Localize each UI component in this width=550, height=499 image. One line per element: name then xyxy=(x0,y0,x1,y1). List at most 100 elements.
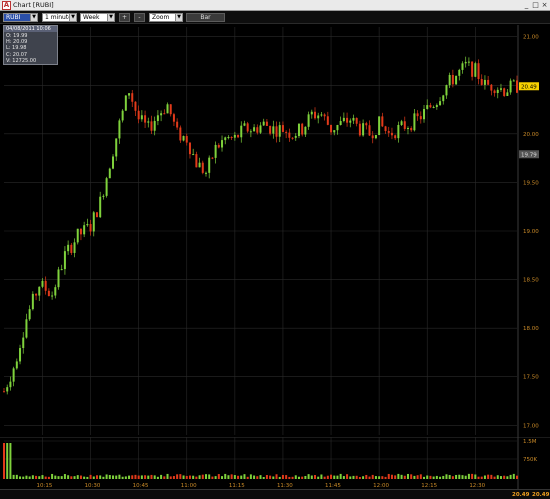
volume-bar xyxy=(83,476,86,479)
candle-up xyxy=(124,95,127,111)
volume-bar xyxy=(227,475,230,479)
candle-up xyxy=(166,104,169,114)
volume-bar xyxy=(67,475,70,479)
symbol-select[interactable]: RUBI ▼ xyxy=(3,13,38,22)
title-bar: A Chart [RUBI] _ □ × xyxy=(0,0,550,11)
candle-down xyxy=(358,123,361,136)
candle-up xyxy=(413,113,416,131)
price-tick-label: 18.50 xyxy=(523,278,539,284)
zoom-out-button[interactable]: - xyxy=(134,13,145,22)
candle-up xyxy=(41,280,44,287)
candle-down xyxy=(144,115,147,123)
bar-style-button[interactable]: Bar xyxy=(186,13,225,22)
candle-up xyxy=(63,251,66,270)
candle-down xyxy=(35,293,38,296)
maximize-icon[interactable]: □ xyxy=(531,1,540,10)
candle-up xyxy=(397,124,400,139)
candle-up xyxy=(272,126,275,134)
candle-up xyxy=(19,348,22,362)
candle-up xyxy=(153,120,156,131)
candle-down xyxy=(163,113,166,115)
chevron-down-icon[interactable]: ▼ xyxy=(175,14,182,21)
volume-bar xyxy=(394,475,397,479)
volume-bar xyxy=(323,476,326,479)
price-chart[interactable]: 21.0020.5020.0019.5019.0018.5018.0017.50… xyxy=(0,25,550,437)
chevron-down-icon[interactable]: ▼ xyxy=(69,14,76,21)
candle-up xyxy=(22,337,25,349)
candle-up xyxy=(509,80,512,93)
candle-up xyxy=(262,121,265,126)
candle-down xyxy=(47,290,50,297)
volume-bar xyxy=(310,475,313,479)
volume-bar xyxy=(378,476,381,479)
candle-down xyxy=(285,131,288,133)
candle-up xyxy=(253,127,256,132)
volume-bar xyxy=(262,476,265,479)
volume-bar xyxy=(387,473,390,479)
candle-up xyxy=(9,381,12,388)
candle-up xyxy=(349,120,352,123)
candle-down xyxy=(169,104,172,115)
volume-bar xyxy=(330,474,333,479)
volume-bar xyxy=(314,475,317,479)
status-bar: 20.49 20.49 xyxy=(0,489,550,499)
volume-bar xyxy=(237,475,240,479)
volume-bar xyxy=(12,474,15,479)
volume-bar xyxy=(25,475,28,479)
volume-bar xyxy=(224,473,227,479)
close-icon[interactable]: × xyxy=(540,1,549,10)
volume-bar xyxy=(95,475,98,479)
candle-up xyxy=(76,228,79,243)
volume-chart[interactable]: 1.5M750K10:15 10:30 10:45 11:00 11:15 11:30 11… xyxy=(0,437,550,489)
candle-up xyxy=(38,286,41,296)
footer-price-2: 20.49 xyxy=(532,492,550,498)
volume-bar xyxy=(490,474,493,479)
volume-bar xyxy=(89,474,92,479)
price-axis: 21.0020.5020.0019.5019.0018.5018.0017.50… xyxy=(523,35,539,430)
volume-bar xyxy=(240,475,243,479)
candle-up xyxy=(406,128,409,130)
volume-bar xyxy=(57,476,60,479)
candle-up xyxy=(512,80,515,82)
volume-bar xyxy=(233,475,236,479)
candle-up xyxy=(102,195,105,197)
volume-bar xyxy=(179,474,182,479)
minimize-icon[interactable]: _ xyxy=(522,1,531,10)
interval-select[interactable]: 1 minute ▼ xyxy=(42,13,77,22)
volume-tick-label: 1.5M xyxy=(523,439,537,445)
candle-up xyxy=(483,79,486,85)
volume-bar xyxy=(9,443,12,479)
volume-bar xyxy=(339,473,342,479)
candle-down xyxy=(503,88,506,96)
volume-bar xyxy=(358,476,361,479)
volume-bar xyxy=(499,476,502,479)
zoom-select[interactable]: Zoom ▼ xyxy=(149,13,183,22)
candle-up xyxy=(128,93,131,96)
volume-bar xyxy=(256,476,259,479)
volume-bar xyxy=(134,474,137,479)
range-select[interactable]: Week ▼ xyxy=(80,13,115,22)
candle-down xyxy=(323,114,326,117)
candle-down xyxy=(131,93,134,102)
zoom-in-button[interactable]: + xyxy=(119,13,130,22)
candle-up xyxy=(25,319,28,338)
candle-up xyxy=(57,269,60,288)
candle-up xyxy=(115,138,118,157)
candle-down xyxy=(368,125,371,136)
candle-up xyxy=(86,224,89,226)
volume-bar xyxy=(368,476,371,479)
candle-up xyxy=(31,293,34,310)
candle-up xyxy=(458,69,461,76)
chevron-down-icon[interactable]: ▼ xyxy=(107,14,114,21)
candle-down xyxy=(95,212,98,218)
volume-bar xyxy=(304,476,307,479)
candle-up xyxy=(6,387,9,392)
candle-up xyxy=(304,126,307,135)
chevron-down-icon[interactable]: ▼ xyxy=(30,14,37,21)
volume-bar xyxy=(435,475,438,479)
mid-price-label: 19.79 xyxy=(521,152,537,158)
volume-bar xyxy=(22,476,25,479)
candle-down xyxy=(134,101,137,111)
volume-bar xyxy=(105,474,108,479)
candle-up xyxy=(307,114,310,127)
